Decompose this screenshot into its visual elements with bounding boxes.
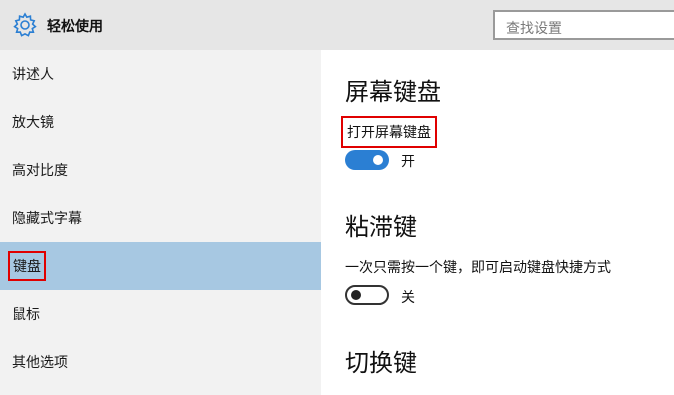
sidebar-item-keyboard[interactable]: 键盘 — [0, 242, 321, 290]
section-heading-toggle-keys: 切换键 — [345, 349, 417, 377]
onscreen-keyboard-toggle[interactable] — [345, 150, 389, 170]
onscreen-keyboard-label: 打开屏幕键盘 — [341, 116, 437, 148]
main-content: 屏幕键盘 打开屏幕键盘 开 粘滞键 一次只需按一个键，即可启动键盘快捷方式 关 … — [321, 50, 674, 395]
section-heading-sticky-keys: 粘滞键 — [345, 213, 417, 241]
sticky-keys-label: 一次只需按一个键，即可启动键盘快捷方式 — [345, 260, 611, 276]
title-bar: 轻松使用 查找设置 — [0, 0, 674, 50]
sidebar-item-mouse[interactable]: 鼠标 — [0, 290, 321, 338]
toggle-knob — [351, 290, 361, 300]
sidebar-item-other-options[interactable]: 其他选项 — [0, 338, 321, 386]
section-heading-onscreen-keyboard: 屏幕键盘 — [345, 78, 441, 106]
sidebar-item-label: 其他选项 — [12, 355, 68, 371]
sidebar-item-label: 讲述人 — [12, 67, 54, 83]
sidebar-item-high-contrast[interactable]: 高对比度 — [0, 146, 321, 194]
sidebar-item-narrator[interactable]: 讲述人 — [0, 50, 321, 98]
gear-icon — [13, 12, 37, 37]
app-title: 轻松使用 — [47, 19, 103, 35]
sticky-keys-toggle[interactable] — [345, 285, 389, 305]
toggle-knob — [373, 155, 383, 165]
sidebar-item-label: 隐藏式字幕 — [12, 211, 82, 227]
sidebar-item-label: 放大镜 — [12, 115, 54, 131]
search-placeholder: 查找设置 — [506, 21, 562, 37]
sidebar-item-magnifier[interactable]: 放大镜 — [0, 98, 321, 146]
sidebar-item-label: 高对比度 — [12, 163, 68, 179]
sidebar: 讲述人 放大镜 高对比度 隐藏式字幕 键盘 鼠标 其他选项 — [0, 50, 321, 395]
sidebar-item-closed-captions[interactable]: 隐藏式字幕 — [0, 194, 321, 242]
sidebar-item-label: 鼠标 — [12, 307, 40, 323]
sidebar-item-label: 键盘 — [8, 251, 46, 281]
onscreen-keyboard-toggle-state: 开 — [401, 154, 415, 170]
search-input[interactable]: 查找设置 — [493, 10, 674, 40]
sticky-keys-toggle-state: 关 — [401, 290, 415, 306]
